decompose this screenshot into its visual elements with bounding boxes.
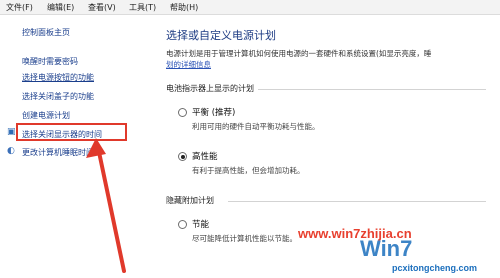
plan-details-link[interactable]: 划的详细信息 <box>166 59 211 70</box>
section-divider <box>228 201 486 202</box>
plan-high-performance-desc: 有利于提高性能，但会增加功耗。 <box>192 166 305 175</box>
hidden-plans-heading[interactable]: 隐藏附加计划 <box>166 195 214 206</box>
sidebar-home-link[interactable]: 控制面板主页 <box>22 27 70 38</box>
menu-bar: 文件(F) 编辑(E) 查看(V) 工具(T) 帮助(H) <box>0 0 500 15</box>
sidebar-item-power-button[interactable]: 选择电源按钮的功能 <box>22 72 94 83</box>
menu-tools[interactable]: 工具(T) <box>129 2 156 13</box>
section-divider <box>258 89 486 90</box>
plan-balanced-desc: 利用可用的硬件自动平衡功耗与性能。 <box>192 122 320 131</box>
monitor-icon: ▣ <box>7 127 16 137</box>
plan-power-saver-name[interactable]: 节能 <box>192 218 209 230</box>
sidebar-item-create-plan[interactable]: 创建电源计划 <box>22 110 70 121</box>
moon-icon: ◐ <box>7 146 15 156</box>
plan-power-saver-desc: 尽可能降低计算机性能以节能。 <box>192 234 297 243</box>
battery-section-heading: 电池指示器上显示的计划 <box>166 84 254 93</box>
plan-high-performance-radio[interactable] <box>178 152 187 161</box>
sidebar-item-lid-close[interactable]: 选择关闭盖子的功能 <box>22 91 94 102</box>
plan-power-saver-radio[interactable] <box>178 220 187 229</box>
sidebar-item-sleep-time[interactable]: 更改计算机睡眠时间 <box>22 147 94 158</box>
sidebar: 控制面板主页 唤醒时需要密码 选择电源按钮的功能 选择关闭盖子的功能 创建电源计… <box>0 15 140 278</box>
menu-file[interactable]: 文件(F) <box>6 2 33 13</box>
plan-balanced-name[interactable]: 平衡 (推荐) <box>192 106 235 118</box>
description-text: 电源计划是用于管理计算机如何使用电源的一套硬件和系统设置(如显示亮度，睡 <box>166 49 432 58</box>
plan-balanced-radio[interactable] <box>178 108 187 117</box>
sidebar-item-require-password[interactable]: 唤醒时需要密码 <box>22 56 78 67</box>
plan-high-performance-name[interactable]: 高性能 <box>192 150 218 162</box>
watermark-logo: Win7 <box>360 236 413 261</box>
highlight-box <box>16 123 127 141</box>
menu-edit[interactable]: 编辑(E) <box>47 2 74 13</box>
menu-view[interactable]: 查看(V) <box>88 2 116 13</box>
page-title: 选择或自定义电源计划 <box>166 29 276 42</box>
watermark-domain: pcxitongcheng.com <box>392 263 478 273</box>
menu-help[interactable]: 帮助(H) <box>170 2 198 13</box>
